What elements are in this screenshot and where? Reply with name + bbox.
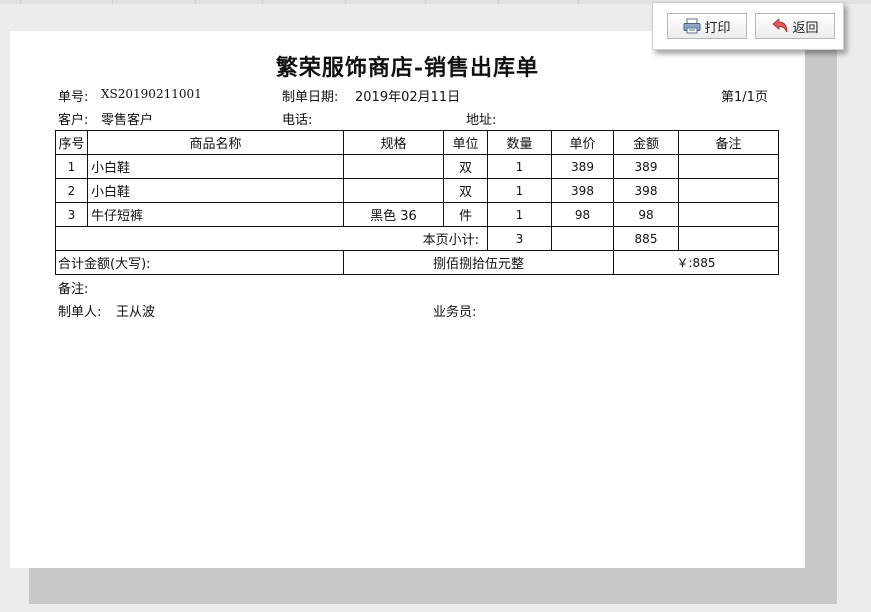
cell-amount: 389	[613, 154, 679, 179]
cell-no: 1	[55, 154, 88, 179]
cell-price: 398	[551, 178, 614, 203]
header-cell: 金额	[613, 130, 679, 155]
cell-price: 389	[551, 154, 614, 179]
date-value: 2019年02月11日	[355, 90, 461, 105]
cell-amount: 398	[613, 178, 679, 203]
subtotal-qty: 3	[487, 226, 552, 251]
cell-unit: 双	[443, 154, 488, 179]
total-words: 捌佰捌拾伍元整	[343, 250, 614, 275]
order-no-label: 单号:	[58, 90, 89, 105]
cell-spec	[343, 154, 444, 179]
cell-unit: 件	[443, 202, 488, 227]
total-row: 合计金额(大写): 捌佰捌拾伍元整 ￥:885	[55, 250, 779, 275]
printer-icon	[683, 18, 701, 34]
phone-label: 电话:	[282, 113, 313, 128]
cell-qty: 1	[487, 154, 552, 179]
cell-amount: 98	[613, 202, 679, 227]
header-cell: 序号	[55, 130, 88, 155]
subtotal-price-empty	[551, 226, 614, 251]
cell-name: 小白鞋	[87, 178, 344, 203]
table-row: 1 小白鞋 双 1 389 389	[55, 154, 779, 179]
subtotal-label: 本页小计:	[55, 226, 488, 251]
cell-no: 3	[55, 202, 88, 227]
maker-value: 王从波	[116, 305, 156, 320]
subtotal-amount: 885	[613, 226, 679, 251]
cell-remark	[678, 154, 779, 179]
customer-label: 客户:	[58, 113, 89, 128]
order-no-value: XS20190211001	[101, 87, 202, 101]
maker-label: 制单人:	[58, 305, 102, 320]
header-cell: 数量	[487, 130, 552, 155]
cell-remark	[678, 178, 779, 203]
header-cell: 备注	[678, 130, 779, 155]
customer-value: 零售客户	[101, 113, 154, 128]
total-label: 合计金额(大写):	[58, 257, 151, 272]
subtotal-remark-empty	[678, 226, 779, 251]
remark-label: 备注:	[58, 282, 89, 297]
cell-spec: 黑色 36	[343, 202, 444, 227]
total-label-cell: 合计金额(大写):	[55, 250, 344, 275]
print-label: 打印	[704, 20, 731, 36]
total-amount: ￥:885	[613, 250, 779, 275]
back-label: 返回	[792, 20, 819, 36]
cell-spec	[343, 178, 444, 203]
cell-name: 牛仔短裤	[87, 202, 344, 227]
address-label: 地址:	[466, 113, 497, 128]
cell-qty: 1	[487, 202, 552, 227]
document-title: 繁荣服饰商店-销售出库单	[275, 55, 540, 81]
page-info: 第1/1页	[721, 90, 768, 105]
table-row: 2 小白鞋 双 1 398 398	[55, 178, 779, 203]
return-arrow-icon	[771, 18, 789, 34]
sales-table: 序号 商品名称 规格 单位 数量 单价 金额 备注 1 小白鞋 双 1 389 …	[55, 130, 779, 275]
cell-remark	[678, 202, 779, 227]
cell-name: 小白鞋	[87, 154, 344, 179]
back-button[interactable]: 返回	[755, 13, 835, 39]
header-cell: 单价	[551, 130, 614, 155]
salesman-label: 业务员:	[433, 305, 477, 320]
print-toolbar: 打印 返回	[652, 2, 844, 50]
table-header-row: 序号 商品名称 规格 单位 数量 单价 金额 备注	[55, 130, 779, 155]
table-row: 3 牛仔短裤 黑色 36 件 1 98 98	[55, 202, 779, 227]
print-button[interactable]: 打印	[667, 13, 747, 39]
cell-unit: 双	[443, 178, 488, 203]
header-cell: 单位	[443, 130, 488, 155]
subtotal-row: 本页小计: 3 885	[55, 226, 779, 251]
header-cell: 商品名称	[87, 130, 344, 155]
cell-no: 2	[55, 178, 88, 203]
cell-price: 98	[551, 202, 614, 227]
date-label: 制单日期:	[282, 90, 339, 105]
header-cell: 规格	[343, 130, 444, 155]
cell-qty: 1	[487, 178, 552, 203]
